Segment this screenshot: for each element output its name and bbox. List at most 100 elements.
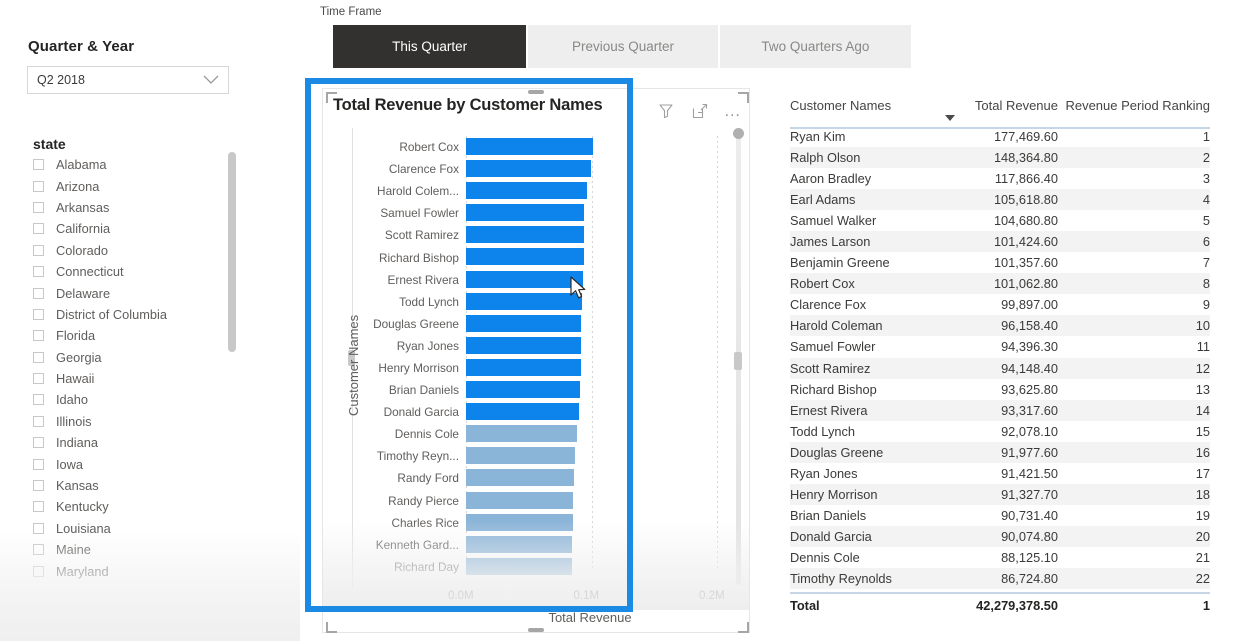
bar-chart-row[interactable]: Harold Colem... — [355, 180, 730, 202]
state-checkbox[interactable] — [33, 330, 44, 342]
state-checkbox[interactable] — [33, 159, 44, 171]
card-handle-top-center[interactable] — [528, 90, 544, 94]
focus-mode-icon[interactable] — [689, 100, 711, 122]
bar-chart-row[interactable]: Clarence Fox — [355, 158, 730, 180]
state-list-item[interactable]: Alabama — [28, 154, 238, 175]
bar[interactable] — [466, 381, 580, 399]
state-checkbox[interactable] — [33, 415, 44, 427]
table-row[interactable]: Ryan Kim 177,469.60 1 — [790, 126, 1210, 147]
table-row[interactable]: James Larson 101,424.60 6 — [790, 231, 1210, 253]
column-header-customer-names[interactable]: Customer Names — [790, 98, 940, 113]
state-list-item[interactable]: Florida — [28, 325, 238, 346]
table-header-row[interactable]: Customer Names Total Revenue Revenue Per… — [790, 98, 1210, 126]
column-header-revenue-period-ranking[interactable]: Revenue Period Ranking — [1058, 98, 1210, 113]
table-row[interactable]: Richard Bishop 93,625.80 13 — [790, 379, 1210, 400]
state-list-item[interactable]: Indiana — [28, 432, 238, 453]
table-row[interactable]: Douglas Greene 91,977.60 16 — [790, 441, 1210, 463]
table-row[interactable]: Ryan Jones 91,421.50 17 — [790, 463, 1210, 484]
card-handle-top-left[interactable] — [326, 92, 337, 103]
table-row[interactable]: Timothy Reynolds 86,724.80 22 — [790, 567, 1210, 590]
bar[interactable] — [466, 160, 592, 178]
bar[interactable] — [466, 557, 572, 575]
bar[interactable] — [466, 182, 587, 200]
state-list-item[interactable]: California — [28, 218, 238, 239]
table-row[interactable]: Earl Adams 105,618.80 4 — [790, 189, 1210, 211]
table-row[interactable]: Harold Coleman 96,158.40 10 — [790, 315, 1210, 337]
more-options-icon[interactable]: … — [722, 100, 744, 122]
bar[interactable] — [466, 513, 573, 531]
bar-chart-row[interactable]: Richard Day — [355, 556, 730, 578]
bar-chart-row[interactable]: Randy Pierce — [355, 490, 730, 512]
table-row[interactable]: Samuel Walker 104,680.80 5 — [790, 210, 1210, 231]
bar[interactable] — [466, 403, 580, 421]
bar[interactable] — [466, 447, 575, 465]
tab-two-quarters-ago[interactable]: Two Quarters Ago — [719, 25, 912, 68]
table-row[interactable]: Todd Lynch 92,078.10 15 — [790, 421, 1210, 442]
table-body[interactable]: Ryan Kim 177,469.60 1 Ralph Olson 148,364.80… — [790, 126, 1210, 616]
state-list-item[interactable]: Kentucky — [28, 496, 238, 517]
table-row[interactable]: Henry Morrison 91,327.70 18 — [790, 483, 1210, 505]
bar[interactable] — [466, 425, 577, 443]
table-row[interactable]: Ernest Rivera 93,317.60 14 — [790, 399, 1210, 421]
table-row[interactable]: Ralph Olson 148,364.80 2 — [790, 147, 1210, 169]
bar-chart-row[interactable]: Scott Ramirez — [355, 224, 730, 246]
table-row[interactable]: Donald Garcia 90,074.80 20 — [790, 525, 1210, 547]
state-list-item[interactable]: Delaware — [28, 282, 238, 303]
bar-chart-row[interactable]: Brian Daniels — [355, 379, 730, 401]
table-row[interactable]: Samuel Fowler 94,396.30 11 — [790, 336, 1210, 357]
card-handle-bottom-right[interactable] — [738, 622, 749, 633]
state-checkbox[interactable] — [33, 480, 44, 492]
state-checkbox[interactable] — [33, 308, 44, 320]
bar[interactable] — [466, 226, 585, 244]
time-frame-tab-group[interactable]: This Quarter Previous Quarter Two Quarters… — [333, 25, 912, 68]
state-checkbox[interactable] — [33, 437, 44, 449]
state-checkbox[interactable] — [33, 287, 44, 299]
bar[interactable] — [466, 358, 581, 376]
table-row[interactable]: Clarence Fox 99,897.00 9 — [790, 294, 1210, 315]
chart-scrollbar-thumb[interactable] — [733, 128, 744, 139]
bar[interactable] — [466, 138, 593, 155]
state-list-scrollbar[interactable] — [228, 152, 236, 352]
bar[interactable] — [466, 248, 584, 266]
filter-icon[interactable] — [655, 100, 677, 122]
state-checkbox[interactable] — [33, 373, 44, 385]
bar-chart-row[interactable]: Ryan Jones — [355, 335, 730, 357]
bar[interactable] — [466, 204, 585, 222]
bar[interactable] — [466, 292, 582, 310]
state-checkbox-list[interactable]: Alabama Arizona Arkansas California Colorado… — [28, 154, 238, 579]
bar[interactable] — [466, 491, 574, 509]
table-row[interactable]: Brian Daniels 90,731.40 19 — [790, 505, 1210, 526]
bar[interactable] — [466, 314, 582, 332]
table-row[interactable]: Benjamin Greene 101,357.60 7 — [790, 252, 1210, 273]
bar-chart-row[interactable]: Kenneth Gard... — [355, 534, 730, 556]
bar-chart-plot-area[interactable]: Robert Cox Clarence Fox Harold Colem... Sam… — [355, 136, 730, 582]
state-checkbox[interactable] — [33, 223, 44, 235]
bar-chart-row[interactable]: Richard Bishop — [355, 246, 730, 268]
bar-chart-row[interactable]: Donald Garcia — [355, 401, 730, 423]
state-checkbox[interactable] — [33, 266, 44, 278]
bar-chart-row[interactable]: Charles Rice — [355, 512, 730, 534]
state-list-item[interactable]: Kansas — [28, 475, 238, 496]
state-list-item[interactable]: Iowa — [28, 453, 238, 474]
table-row[interactable]: Robert Cox 101,062.80 8 — [790, 273, 1210, 295]
bar-chart-row[interactable]: Samuel Fowler — [355, 202, 730, 224]
bar-chart-row[interactable]: Henry Morrison — [355, 357, 730, 379]
table-row[interactable]: Scott Ramirez 94,148.40 12 — [790, 357, 1210, 379]
state-checkbox[interactable] — [33, 458, 44, 470]
state-checkbox[interactable] — [33, 501, 44, 513]
state-list-item[interactable]: Georgia — [28, 347, 238, 368]
state-list-item[interactable]: Arkansas — [28, 197, 238, 218]
card-handle-top-right[interactable] — [738, 92, 749, 103]
state-list-item[interactable]: Connecticut — [28, 261, 238, 282]
state-checkbox[interactable] — [33, 201, 44, 213]
bar[interactable] — [466, 336, 581, 354]
state-checkbox[interactable] — [33, 394, 44, 406]
table-row[interactable]: Aaron Bradley 117,866.40 3 — [790, 168, 1210, 189]
bar-chart-row[interactable]: Todd Lynch — [355, 291, 730, 313]
bar-chart-row[interactable]: Robert Cox — [355, 136, 730, 158]
revenue-table[interactable]: Customer Names Total Revenue Revenue Per… — [790, 98, 1210, 616]
bar-chart-row[interactable]: Ernest Rivera — [355, 269, 730, 291]
bar[interactable] — [466, 270, 584, 288]
state-checkbox[interactable] — [33, 180, 44, 192]
tab-this-quarter[interactable]: This Quarter — [333, 25, 527, 68]
